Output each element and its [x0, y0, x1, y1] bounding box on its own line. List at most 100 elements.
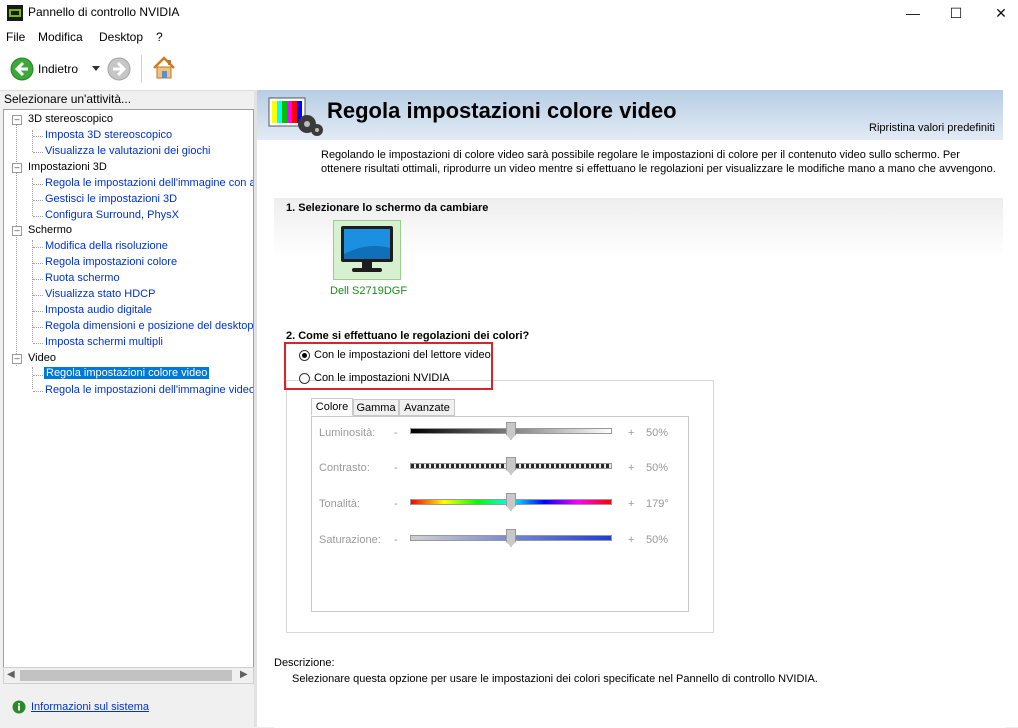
- tree-group-3d-stereo[interactable]: 3D stereoscopico: [28, 113, 113, 125]
- tab-gamma[interactable]: Gamma: [353, 399, 399, 416]
- description-title: Descrizione:: [274, 657, 335, 669]
- toolbar: Indietro: [0, 48, 1018, 91]
- tab-colore[interactable]: Colore: [311, 398, 353, 416]
- tree-line: [32, 367, 33, 389]
- menu-file[interactable]: File: [6, 30, 25, 44]
- tree-item-immagine-video[interactable]: Regola le impostazioni dell'immagine vid…: [45, 384, 253, 396]
- slider-minus: -: [394, 534, 398, 546]
- menu-modifica[interactable]: Modifica: [38, 30, 83, 44]
- scrollbar-thumb[interactable]: [20, 670, 232, 681]
- slider-label-luminosita: Luminosità:: [319, 427, 376, 439]
- nvidia-app-icon: [7, 5, 23, 21]
- slider-minus: -: [394, 427, 398, 439]
- expander-video[interactable]: –: [12, 354, 22, 364]
- slider-plus: +: [628, 498, 635, 510]
- expander-schermo[interactable]: –: [12, 226, 22, 236]
- tab-avanzate[interactable]: Avanzate: [399, 399, 455, 416]
- expander-impostazioni-3d[interactable]: –: [12, 163, 22, 173]
- slider-plus: +: [628, 534, 635, 546]
- display-name: Dell S2719DGF: [330, 285, 408, 297]
- restore-defaults-link[interactable]: Ripristina valori predefiniti: [869, 122, 995, 134]
- slider-plus: +: [628, 427, 635, 439]
- forward-arrow-icon[interactable]: [107, 57, 131, 81]
- back-arrow-icon: [10, 57, 34, 81]
- tree-line: [33, 216, 43, 217]
- home-icon[interactable]: [151, 55, 177, 81]
- back-dropdown-icon[interactable]: [91, 65, 101, 73]
- tree-item-schermi-multipli[interactable]: Imposta schermi multipli: [45, 336, 163, 348]
- minimize-button[interactable]: —: [890, 0, 936, 26]
- tree-line: [33, 295, 43, 296]
- section1-title: 1. Selezionare lo schermo da cambiare: [286, 202, 489, 214]
- content-panel: Regola impostazioni colore video Riprist…: [257, 90, 1018, 728]
- tree-item-surround-physx[interactable]: Configura Surround, PhysX: [45, 209, 179, 221]
- monitor-icon: [341, 226, 393, 272]
- tab-panel-colore: [311, 416, 689, 612]
- content-vertical-scrollbar[interactable]: [1003, 90, 1018, 727]
- system-info-label[interactable]: Informazioni sul sistema: [31, 701, 149, 713]
- settings-section: 1. Selezionare lo schermo da cambiare De…: [274, 198, 1005, 728]
- slider-value-saturazione: 50%: [646, 534, 669, 546]
- tree-item-valutazioni-giochi[interactable]: Visualizza le valutazioni dei giochi: [45, 145, 211, 157]
- tree-line: [32, 130, 33, 152]
- title-bar: Pannello di controllo NVIDIA — ☐ ✕: [0, 0, 1018, 26]
- tree-item-imposta-3d[interactable]: Imposta 3D stereoscopico: [45, 129, 172, 141]
- tree-item-audio[interactable]: Imposta audio digitale: [45, 304, 152, 316]
- tree-line: [33, 136, 43, 137]
- tree-group-schermo[interactable]: Schermo: [28, 224, 72, 236]
- expander-3d-stereo[interactable]: –: [12, 115, 22, 125]
- tree-horizontal-scrollbar[interactable]: ◀ ▶: [3, 667, 254, 684]
- menu-desktop[interactable]: Desktop: [99, 30, 143, 44]
- info-icon: [12, 700, 26, 714]
- section2-title: 2. Come si effettuano le regolazioni dei…: [286, 330, 530, 342]
- tree-line: [33, 327, 43, 328]
- maximize-button[interactable]: ☐: [933, 0, 979, 26]
- toolbar-separator: [141, 55, 142, 83]
- intro-text: Regolando le impostazioni di colore vide…: [321, 149, 996, 175]
- task-tree: – 3D stereoscopico Imposta 3D stereoscop…: [3, 109, 254, 669]
- slider-minus: -: [394, 498, 398, 510]
- window-title: Pannello di controllo NVIDIA: [28, 5, 180, 19]
- tree-group-impostazioni-3d[interactable]: Impostazioni 3D: [28, 161, 107, 173]
- tree-line: [16, 120, 17, 366]
- tree-line: [33, 279, 43, 280]
- scroll-right-icon[interactable]: ▶: [240, 669, 248, 680]
- slider-minus: -: [394, 462, 398, 474]
- tree-line: [33, 343, 43, 344]
- description-text: Selezionare questa opzione per usare le …: [292, 673, 818, 685]
- tree-item-ruota[interactable]: Ruota schermo: [45, 272, 120, 284]
- menu-bar: File Modifica Desktop ?: [0, 26, 1018, 48]
- back-label: Indietro: [38, 62, 79, 76]
- tree-line: [33, 152, 43, 153]
- tree-item-immagine-anteprima[interactable]: Regola le impostazioni dell'immagine con…: [45, 177, 253, 189]
- tree-line: [33, 200, 43, 201]
- tree-line: [33, 263, 43, 264]
- tree-line: [33, 184, 43, 185]
- tree-item-gestisci-3d[interactable]: Gestisci le impostazioni 3D: [45, 193, 177, 205]
- tree-item-hdcp[interactable]: Visualizza stato HDCP: [45, 288, 155, 300]
- tree-item-risoluzione[interactable]: Modifica della risoluzione: [45, 240, 168, 252]
- task-header: Selezionare un'attività...: [4, 92, 132, 106]
- slider-label-tonalita: Tonalità:: [319, 498, 360, 510]
- page-title: Regola impostazioni colore video: [327, 98, 677, 123]
- tree-item-dimensioni-desktop[interactable]: Regola dimensioni e posizione del deskto…: [45, 320, 253, 332]
- tree-line: [33, 311, 43, 312]
- tree-item-colore-video-selected[interactable]: Regola impostazioni colore video: [44, 367, 210, 379]
- tree-line: [33, 391, 43, 392]
- tree-item-colore[interactable]: Regola impostazioni colore: [45, 256, 177, 268]
- slider-plus: +: [628, 462, 635, 474]
- close-button[interactable]: ✕: [978, 0, 1018, 26]
- slider-value-luminosita: 50%: [646, 427, 669, 439]
- scroll-left-icon[interactable]: ◀: [7, 669, 15, 680]
- slider-value-tonalita: 179°: [646, 498, 669, 510]
- tree-line: [33, 375, 43, 376]
- page-banner: Regola impostazioni colore video Riprist…: [257, 90, 1005, 140]
- slider-value-contrasto: 50%: [646, 462, 669, 474]
- display-tile[interactable]: [333, 220, 401, 280]
- menu-help[interactable]: ?: [156, 30, 163, 44]
- tree-group-video[interactable]: Video: [28, 352, 56, 364]
- video-color-icon: [268, 97, 323, 136]
- tree-line: [33, 247, 43, 248]
- callout-box: [284, 342, 493, 390]
- slider-label-contrasto: Contrasto:: [319, 462, 370, 474]
